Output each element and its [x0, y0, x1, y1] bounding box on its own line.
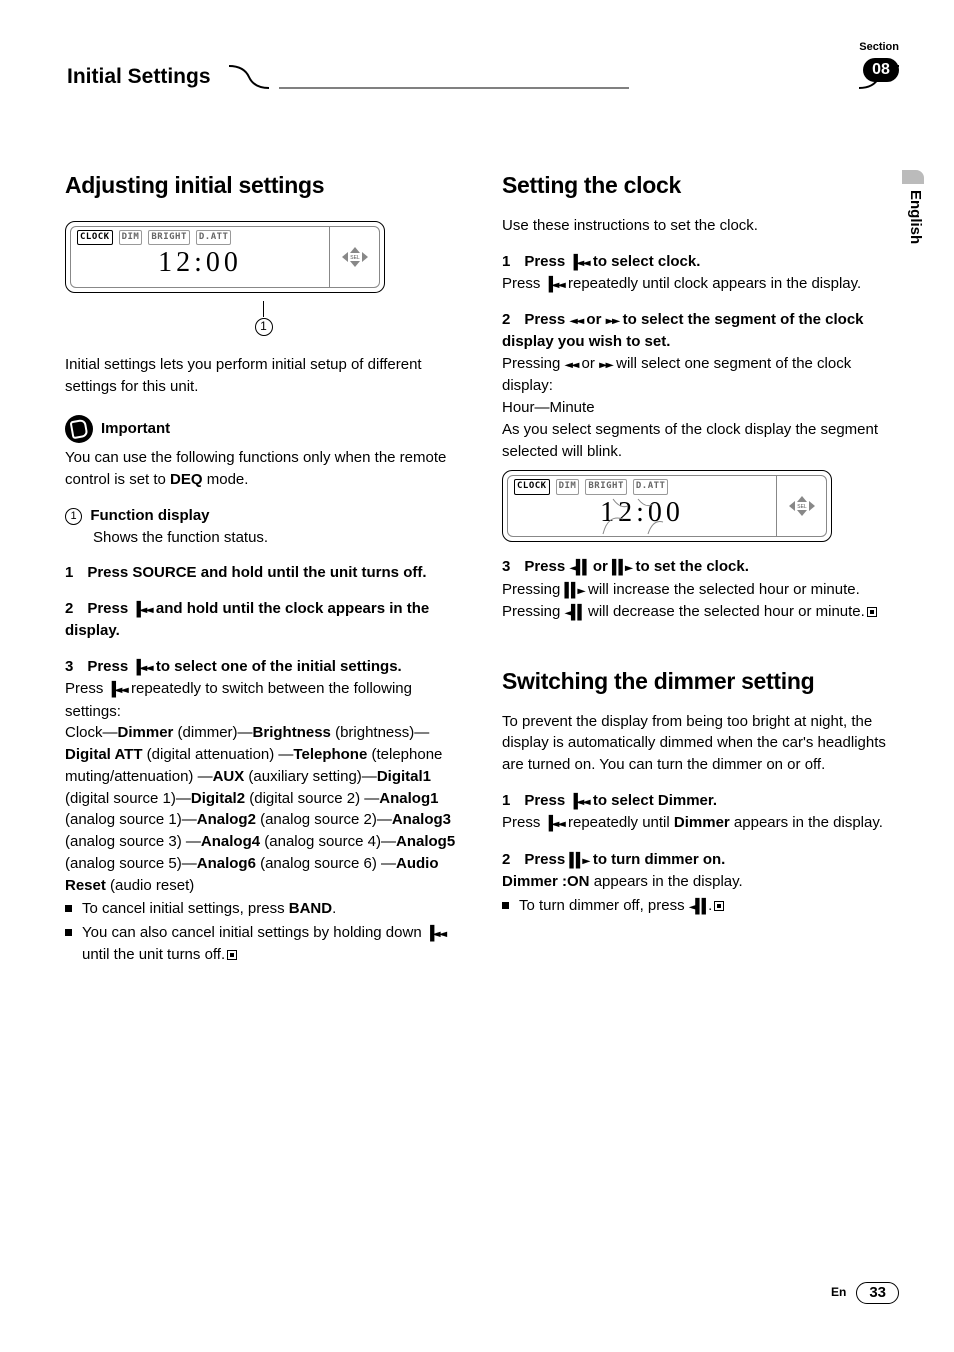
lcd-display-2: CLOCK DIM BRIGHT D.ATT 12:00 SEL — [502, 470, 832, 542]
dimmer-step-2: 2Press ▌▌► to turn dimmer on. — [502, 849, 899, 871]
clock-chain: Hour—Minute — [502, 397, 899, 419]
dimmer-step-1-desc: Press ▐◄◄ repeatedly until Dimmer appear… — [502, 812, 899, 834]
bullet-icon — [502, 902, 509, 909]
bullet-icon — [65, 929, 72, 936]
prev-track-icon: ▐◄◄ — [545, 275, 564, 295]
tab-tail-curve — [229, 63, 269, 91]
function-display-title: Function display — [90, 507, 209, 524]
pause-next-icon: ▌▌► — [569, 851, 588, 871]
left-step-3-desc: Press ▐◄◄ repeatedly to switch between t… — [65, 678, 462, 722]
heading-adjusting: Adjusting initial settings — [65, 169, 462, 202]
left-column: Adjusting initial settings CLOCK DIM BRI… — [65, 169, 462, 966]
left-step-2: 2Press ▐◄◄ and hold until the clock appe… — [65, 598, 462, 642]
heading-dimmer: Switching the dimmer setting — [502, 665, 899, 698]
end-of-section-icon — [227, 950, 237, 960]
pause-next-icon: ▌▌► — [565, 581, 584, 601]
bullet-cancel-band: To cancel initial settings, press BAND. — [65, 898, 462, 920]
prev-track-icon: ▐◄◄ — [108, 680, 127, 700]
important-icon — [65, 415, 93, 443]
callout-1: 1 — [65, 301, 462, 336]
rewind-icon: ◄◄ — [569, 311, 582, 331]
clock-blink-note: As you select segments of the clock disp… — [502, 419, 899, 463]
header-row: Initial Settings — [65, 60, 899, 94]
pause-prev-icon: ◄▌▌ — [569, 558, 588, 578]
important-row: Important — [65, 415, 462, 443]
lcd-nav-icon: SEL — [776, 476, 826, 536]
clock-intro: Use these instructions to set the clock. — [502, 215, 899, 237]
important-text: You can use the following functions only… — [65, 447, 462, 491]
right-column: Setting the clock Use these instructions… — [502, 169, 899, 966]
footer-lang: En — [831, 1284, 846, 1301]
lcd-display-1: CLOCK DIM BRIGHT D.ATT 12:00 SEL — [65, 221, 385, 293]
settings-chain: Clock—Dimmer (dimmer)—Brightness (bright… — [65, 722, 462, 896]
svg-text:SEL: SEL — [797, 504, 807, 510]
svg-text:SEL: SEL — [350, 255, 360, 261]
clock-step-2: 2Press ◄◄ or ►► to select the segment of… — [502, 309, 899, 353]
function-display-row: 1 Function display — [65, 505, 462, 527]
lcd-clock-value-2: 12:00 — [514, 493, 770, 534]
function-display-desc: Shows the function status. — [93, 527, 462, 549]
heading-clock: Setting the clock — [502, 169, 899, 202]
left-step-3: 3Press ▐◄◄ to select one of the initial … — [65, 656, 462, 678]
footer: En 33 — [831, 1282, 899, 1304]
language-tab: English — [902, 170, 926, 300]
bullet-icon — [65, 905, 72, 912]
section-number-badge: 08 — [863, 58, 899, 82]
prev-track-icon: ▐◄◄ — [426, 924, 445, 944]
callout-ref-number: 1 — [65, 508, 82, 525]
language-label: English — [904, 190, 926, 244]
important-label: Important — [101, 418, 170, 440]
pause-prev-icon: ◄▌▌ — [689, 897, 708, 917]
left-step-1: 1Press SOURCE and hold until the unit tu… — [65, 562, 462, 584]
callout-number: 1 — [255, 318, 273, 336]
clock-step-3-desc: Pressing ▌▌► will increase the selected … — [502, 579, 899, 624]
bullet-dimmer-off: To turn dimmer off, press ◄▌▌. — [502, 895, 899, 917]
lcd-nav-icon: SEL — [329, 227, 379, 287]
dimmer-step-2-desc: Dimmer :ON appears in the display. — [502, 871, 899, 893]
intro-text: Initial settings lets you perform initia… — [65, 354, 462, 398]
end-of-section-icon — [714, 901, 724, 911]
dimmer-intro: To prevent the display from being too br… — [502, 711, 899, 776]
end-of-section-icon — [867, 607, 877, 617]
clock-step-1-desc: Press ▐◄◄ repeatedly until clock appears… — [502, 273, 899, 295]
prev-track-icon: ▐◄◄ — [132, 658, 151, 678]
clock-step-1: 1Press ▐◄◄ to select clock. — [502, 251, 899, 273]
page-number: 33 — [856, 1282, 899, 1304]
header-tab: Initial Settings — [65, 60, 269, 94]
clock-step-2-desc: Pressing ◄◄ or ►► will select one segmen… — [502, 353, 899, 397]
section-label: Section — [859, 40, 899, 56]
forward-icon: ►► — [606, 311, 619, 331]
divider-line — [279, 63, 629, 91]
dimmer-step-1: 1Press ▐◄◄ to select Dimmer. — [502, 790, 899, 812]
rewind-icon: ◄◄ — [565, 355, 578, 375]
prev-track-icon: ▐◄◄ — [132, 600, 151, 620]
clock-step-3: 3Press ◄▌▌ or ▌▌► to set the clock. — [502, 556, 899, 578]
lcd-clock-value: 12:00 — [77, 243, 323, 284]
pause-prev-icon: ◄▌▌ — [565, 603, 584, 623]
bullet-cancel-hold: You can also cancel initial settings by … — [65, 922, 462, 966]
forward-icon: ►► — [599, 355, 612, 375]
prev-track-icon: ▐◄◄ — [569, 792, 588, 812]
pause-next-icon: ▌▌► — [612, 558, 631, 578]
prev-track-icon: ▐◄◄ — [569, 253, 588, 273]
prev-track-icon: ▐◄◄ — [545, 814, 564, 834]
page-title: Initial Settings — [65, 60, 229, 94]
